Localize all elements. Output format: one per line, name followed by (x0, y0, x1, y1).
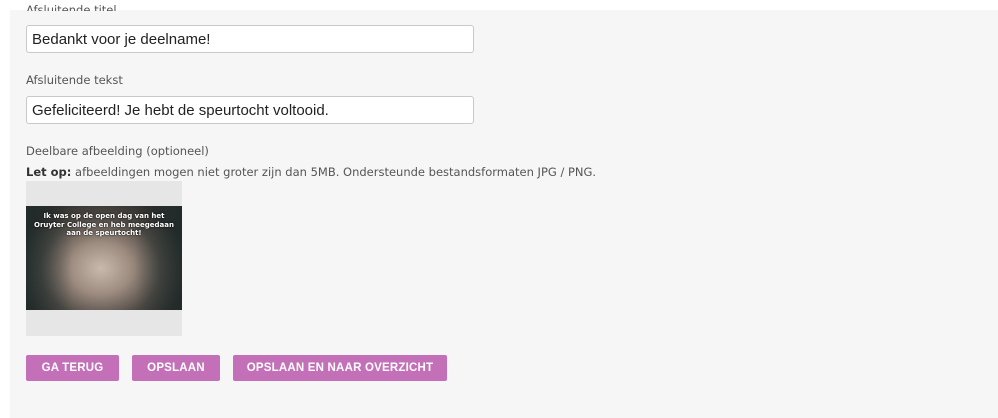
note-prefix: Let op: (26, 165, 72, 179)
back-button[interactable]: GA TERUG (26, 355, 119, 381)
save-button[interactable]: OPSLAAN (132, 355, 220, 381)
image-caption: Ik was op de open dag van het Oruyter Co… (34, 212, 174, 237)
save-and-overview-button[interactable]: OPSLAAN EN NAAR OVERZICHT (233, 355, 447, 381)
closing-text-input[interactable] (26, 96, 474, 124)
upload-note: Let op: afbeeldingen mogen niet groter z… (26, 165, 596, 179)
closing-title-input[interactable] (26, 25, 474, 53)
note-text: afbeeldingen mogen niet groter zijn dan … (71, 165, 597, 179)
image-upload-area[interactable]: Ik was op de open dag van het Oruyter Co… (26, 181, 182, 336)
closing-title-label: Afsluitende titel (26, 3, 117, 11)
closing-text-label: Afsluitende tekst (26, 73, 123, 87)
shareable-image-label: Deelbare afbeelding (optioneel) (26, 144, 209, 158)
shareable-image-preview[interactable]: Ik was op de open dag van het Oruyter Co… (26, 206, 182, 310)
form-panel: Afsluitende titel Afsluitende tekst Deel… (10, 3, 998, 418)
